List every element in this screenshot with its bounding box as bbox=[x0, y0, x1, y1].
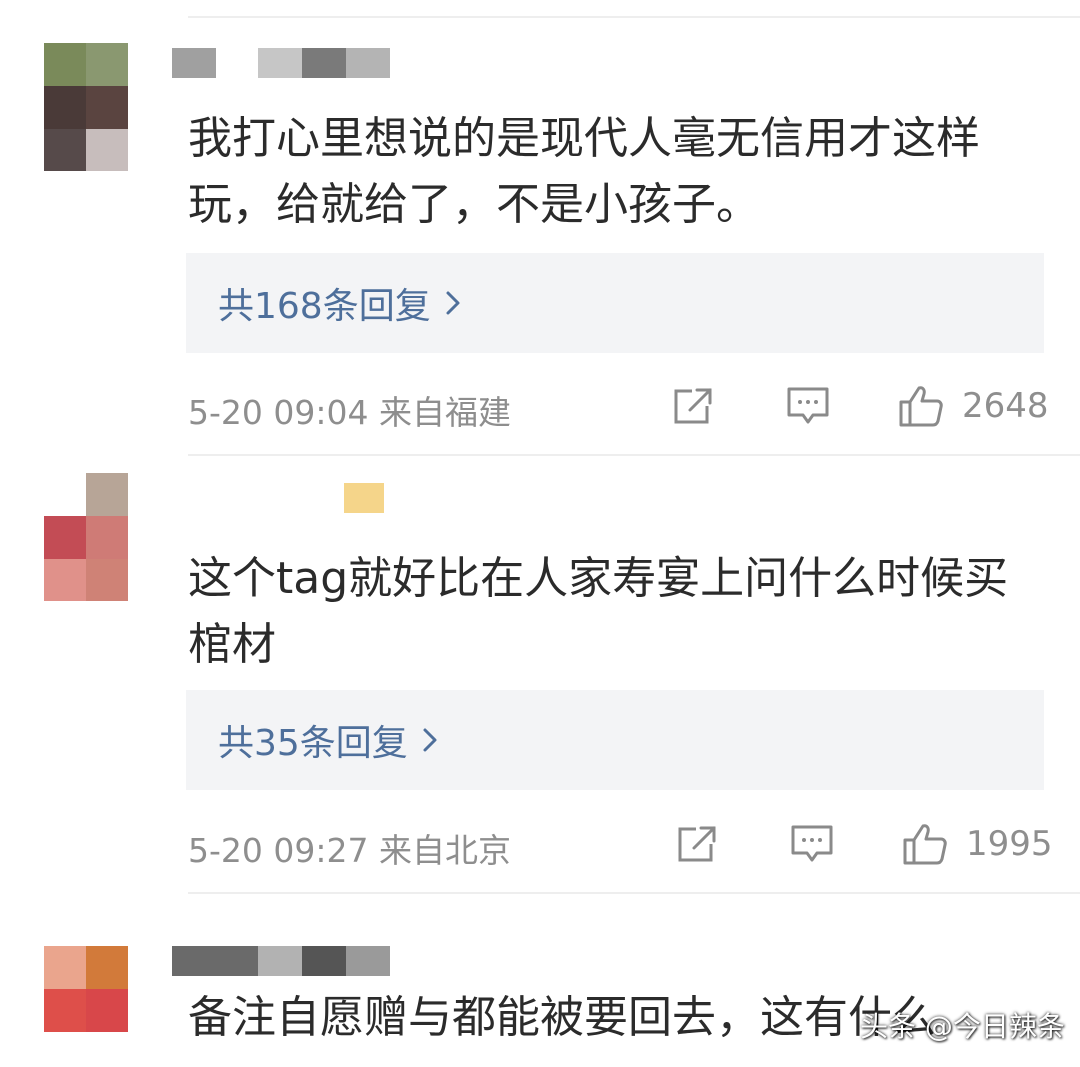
replies-count-label: 共168条回复 bbox=[218, 286, 431, 327]
comment-divider bbox=[188, 892, 1080, 894]
share-button[interactable] bbox=[672, 386, 714, 426]
username-blurred[interactable] bbox=[172, 946, 422, 976]
avatar[interactable] bbox=[44, 43, 128, 171]
comment-text: 这个tag就好比在人家寿宴上问什么时候买棺材 bbox=[188, 553, 1009, 670]
comment-button[interactable] bbox=[786, 386, 830, 426]
comment-button[interactable] bbox=[790, 824, 834, 864]
username-blurred[interactable] bbox=[172, 48, 412, 78]
username-blurred[interactable] bbox=[344, 483, 384, 513]
comment-divider bbox=[188, 454, 1080, 456]
thumbs-up-icon bbox=[898, 384, 944, 428]
comment-icon bbox=[786, 386, 830, 426]
share-button[interactable] bbox=[676, 824, 718, 864]
chevron-right-icon bbox=[422, 727, 438, 753]
like-count: 1995 bbox=[966, 824, 1053, 864]
comment-text: 我打心里想说的是现代人毫无信用才这样玩，给就给了，不是小孩子。 bbox=[188, 113, 980, 230]
like-button[interactable]: 1995 bbox=[902, 822, 1053, 866]
view-replies-link[interactable]: 共168条回复 bbox=[218, 253, 461, 353]
share-icon bbox=[676, 824, 718, 864]
chevron-right-icon bbox=[445, 290, 461, 316]
source-watermark: 头条 @今日辣条 bbox=[860, 1010, 1065, 1043]
comment-icon bbox=[790, 824, 834, 864]
top-divider bbox=[188, 16, 1080, 18]
like-button[interactable]: 2648 bbox=[898, 384, 1049, 428]
replies-box[interactable]: 共168条回复 bbox=[186, 253, 1044, 353]
replies-count-label: 共35条回复 bbox=[218, 723, 408, 764]
thumbs-up-icon bbox=[902, 822, 948, 866]
replies-box[interactable]: 共35条回复 bbox=[186, 690, 1044, 790]
comment-time-location: 5-20 09:04 来自福建 bbox=[188, 393, 511, 432]
share-icon bbox=[672, 386, 714, 426]
comment-feed: 我打心里想说的是现代人毫无信用才这样玩，给就给了，不是小孩子。 共168条回复 … bbox=[0, 0, 1080, 1067]
avatar[interactable] bbox=[44, 473, 128, 601]
like-count: 2648 bbox=[962, 386, 1049, 426]
comment-time-location: 5-20 09:27 来自北京 bbox=[188, 831, 511, 870]
avatar[interactable] bbox=[44, 946, 128, 1032]
view-replies-link[interactable]: 共35条回复 bbox=[218, 690, 438, 790]
